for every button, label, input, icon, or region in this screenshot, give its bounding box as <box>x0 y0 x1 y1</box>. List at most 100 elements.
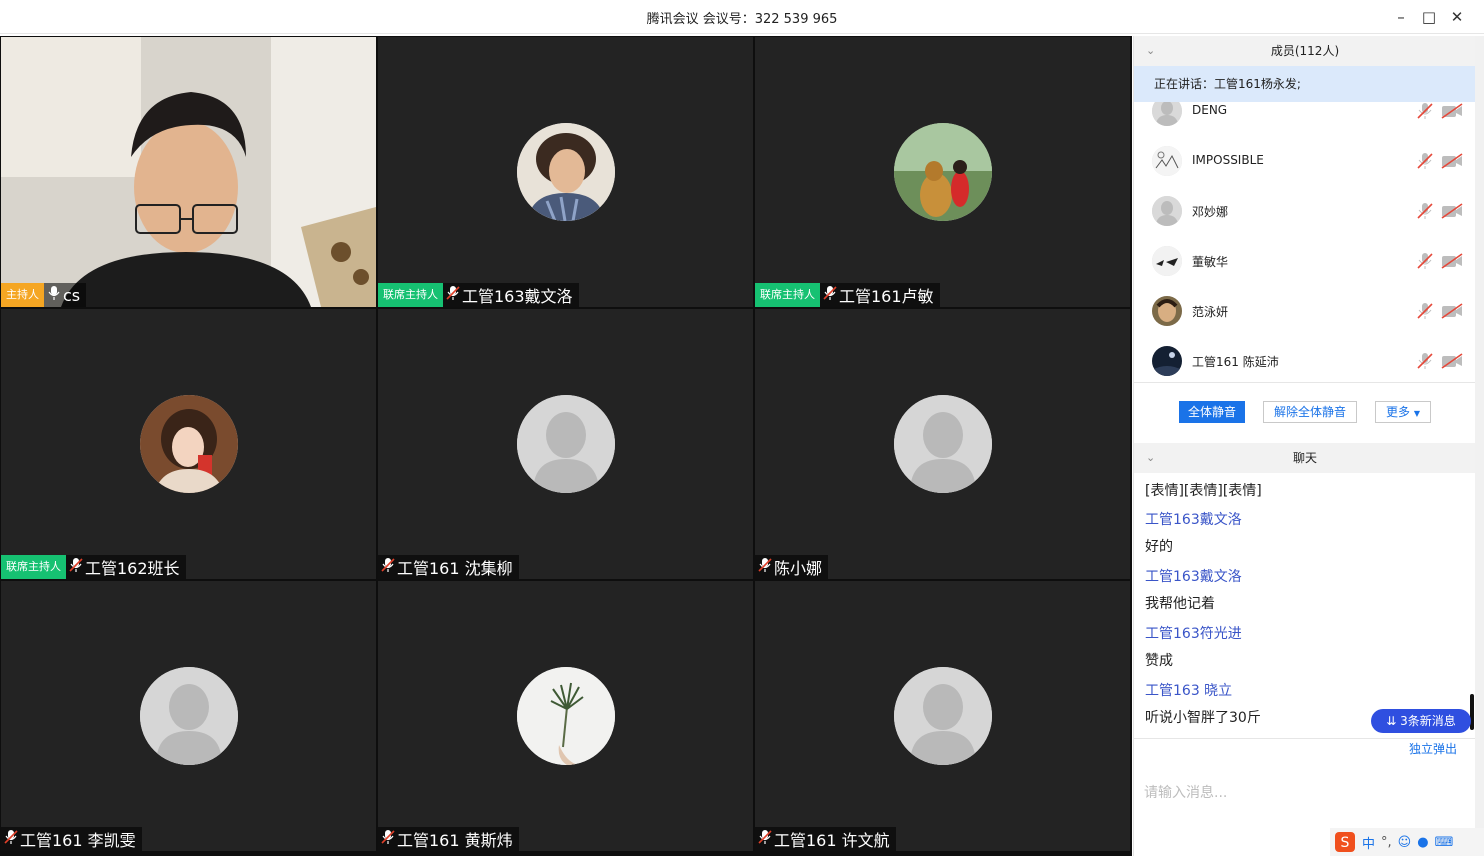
member-row[interactable]: 董敏华 <box>1134 236 1476 286</box>
chat-message: 听说小智胖了30斤 <box>1145 710 1261 726</box>
avatar <box>1152 346 1182 376</box>
chevron-down-icon[interactable]: ⌄ <box>1146 443 1155 473</box>
video-tile[interactable]: 工管161 李凯雯 <box>1 581 376 851</box>
chat-sender[interactable]: 工管163戴文洛 <box>1145 566 1242 586</box>
camera-off-icon[interactable] <box>1441 203 1463 219</box>
member-row[interactable]: 范泳妍 <box>1134 286 1476 336</box>
chat-input[interactable] <box>1142 758 1468 828</box>
avatar <box>893 123 992 221</box>
name-bar: 工管161 沈集柳 <box>378 555 519 579</box>
camera-off-icon[interactable] <box>1441 103 1463 119</box>
member-name: IMPOSSIBLE <box>1192 153 1264 167</box>
video-tile[interactable]: 联席主持人 工管161卢敏 <box>755 37 1130 307</box>
mic-muted-icon[interactable] <box>1417 352 1433 370</box>
chat-title: 聊天 <box>1292 451 1317 465</box>
participant-name: 工管161 黄斯炜 <box>397 831 513 850</box>
avatar <box>516 667 615 765</box>
member-name: 范泳妍 <box>1192 305 1229 319</box>
participant-name: 工管162班长 <box>85 559 180 578</box>
chat-message: 我帮他记着 <box>1145 596 1215 612</box>
mic-muted-icon[interactable] <box>1417 302 1433 320</box>
chat-sender[interactable]: 工管163 晓立 <box>1145 680 1232 700</box>
member-row[interactable]: 工管161 陈延沛 <box>1134 336 1476 382</box>
chat-sender[interactable]: 工管163符光进 <box>1145 623 1242 643</box>
chat-message: 赞成 <box>1145 653 1173 669</box>
camera-off-icon[interactable] <box>1441 153 1463 169</box>
more-label: 更多 <box>1386 405 1411 419</box>
video-tile[interactable]: 工管161 许文航 <box>755 581 1130 851</box>
more-button[interactable]: 更多 ▼ <box>1375 401 1431 423</box>
avatar <box>1152 102 1182 126</box>
member-actions: 全体静音 解除全体静音 更多 ▼ <box>1134 382 1476 442</box>
panel-scrollbar[interactable] <box>1475 36 1484 856</box>
mic-muted-icon <box>755 829 772 849</box>
video-tile[interactable]: 工管161 黄斯炜 <box>378 581 753 851</box>
unmute-all-button[interactable]: 解除全体静音 <box>1263 401 1357 423</box>
participant-name: 陈小娜 <box>774 559 823 578</box>
avatar <box>893 667 992 765</box>
video-tile[interactable]: 联席主持人 工管162班长 <box>1 309 376 579</box>
name-bar: 工管161 李凯雯 <box>1 827 142 851</box>
video-tile[interactable]: 陈小娜 <box>755 309 1130 579</box>
mic-muted-icon <box>66 557 83 577</box>
chevron-down-icon[interactable]: ⌄ <box>1146 36 1155 66</box>
maximize-icon[interactable]: □ <box>1418 6 1440 28</box>
ime-toolbar[interactable]: S 中 °, ☺ ● ⌨ <box>1330 828 1484 856</box>
popout-link[interactable]: 独立弹出 <box>1409 740 1457 757</box>
sogou-icon: S <box>1335 832 1355 852</box>
avatar <box>516 123 615 221</box>
video-tile[interactable]: 联席主持人 工管163戴文洛 <box>378 37 753 307</box>
participant-name: cs <box>63 285 81 305</box>
avatar <box>139 395 238 493</box>
name-bar: 联席主持人 工管161卢敏 <box>755 283 940 307</box>
name-bar: 陈小娜 <box>755 555 829 579</box>
member-row[interactable]: IMPOSSIBLE <box>1134 136 1476 186</box>
mic-muted-icon <box>1 829 18 849</box>
double-chevron-down-icon: ⇊ <box>1386 714 1397 728</box>
new-messages-button[interactable]: ⇊ 3条新消息 <box>1371 709 1471 733</box>
mic-muted-icon[interactable] <box>1417 152 1433 170</box>
chat-sender[interactable]: 工管163戴文洛 <box>1145 509 1242 529</box>
video-tile[interactable]: 主持人 cs <box>1 37 376 307</box>
ime-mode[interactable]: 中 <box>1362 833 1375 852</box>
avatar <box>1152 246 1182 276</box>
mic-muted-icon[interactable] <box>1417 252 1433 270</box>
chat-message: 好的 <box>1145 539 1173 555</box>
video-grid: 主持人 cs 联席主持人 工管163戴文洛 联席主持人 工管161卢敏 联席主持人 工管162… <box>0 36 1132 856</box>
mute-all-button[interactable]: 全体静音 <box>1179 401 1245 423</box>
name-bar: 工管161 许文航 <box>755 827 896 851</box>
cohost-badge: 联席主持人 <box>378 283 443 307</box>
name-bar: 工管161 黄斯炜 <box>378 827 519 851</box>
mic-muted-icon <box>378 829 395 849</box>
avatar <box>1152 196 1182 226</box>
camera-off-icon[interactable] <box>1441 303 1463 319</box>
close-icon[interactable]: ✕ <box>1446 6 1468 28</box>
camera-off-icon[interactable] <box>1441 253 1463 269</box>
name-bar: 联席主持人 工管162班长 <box>1 555 186 579</box>
minimize-icon[interactable]: – <box>1390 6 1412 28</box>
divider <box>1134 738 1476 739</box>
keyboard-icon[interactable]: ⌨ <box>1435 835 1454 850</box>
chat-scrollbar[interactable] <box>1470 694 1474 730</box>
emoji-icon[interactable]: ☺ <box>1398 835 1412 850</box>
cohost-badge: 联席主持人 <box>1 555 66 579</box>
camera-off-icon[interactable] <box>1441 353 1463 369</box>
member-row[interactable]: 邓妙娜 <box>1134 186 1476 236</box>
chat-header[interactable]: ⌄ 聊天 <box>1134 443 1476 473</box>
video-tile[interactable]: 工管161 沈集柳 <box>378 309 753 579</box>
mic-muted-icon[interactable] <box>1417 202 1433 220</box>
punct-icon[interactable]: °, <box>1381 835 1392 850</box>
mic-muted-icon[interactable] <box>1417 102 1433 120</box>
caret-down-icon: ▼ <box>1413 409 1420 418</box>
member-row[interactable]: DENG <box>1134 102 1476 136</box>
mic-icon[interactable]: ● <box>1417 835 1428 850</box>
mic-muted-icon <box>755 557 772 577</box>
participant-name: 工管163戴文洛 <box>462 287 573 306</box>
host-badge: 主持人 <box>1 283 44 307</box>
avatar <box>139 667 238 765</box>
participant-name: 工管161 许文航 <box>774 831 890 850</box>
participant-name: 工管161 沈集柳 <box>397 559 513 578</box>
mic-icon <box>44 285 61 305</box>
members-header[interactable]: ⌄ 成员(112人) <box>1134 36 1476 66</box>
side-panel: ⌄ 成员(112人) 正在讲话：工管161杨永发; DENG IMPOSSIBLE… <box>1133 36 1476 856</box>
